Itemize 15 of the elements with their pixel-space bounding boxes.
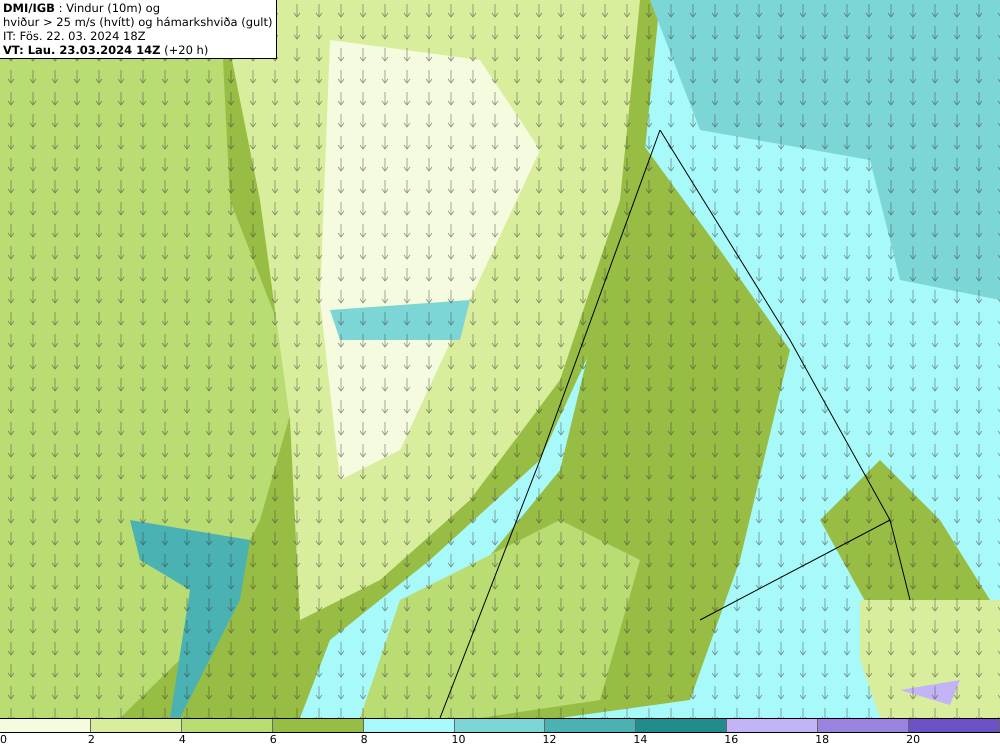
legend-label: 2 [88, 733, 95, 747]
legend-label: 6 [270, 733, 277, 747]
legend-label: 20 [906, 733, 920, 747]
legend-label: 0 [0, 733, 7, 747]
legend-label: 8 [360, 733, 368, 747]
title-line: hviður > 25 m/s (hvítt) og hámarkshviða (gult) [3, 15, 272, 29]
legend-label: 16 [724, 733, 738, 747]
legend-label: 10 [452, 733, 466, 747]
title-line: VT: Lau. 23.03.2024 14Z (+20 h) [3, 43, 210, 57]
legend-label: 12 [542, 733, 556, 747]
title-line: DMI/IGB : Vindur (10m) og [3, 1, 162, 15]
legend-label: 4 [178, 733, 186, 747]
title-line: IT: Fös. 22. 03. 2024 18Z [3, 29, 147, 43]
legend-label: 14 [633, 733, 648, 747]
legend-label: 18 [815, 733, 830, 747]
